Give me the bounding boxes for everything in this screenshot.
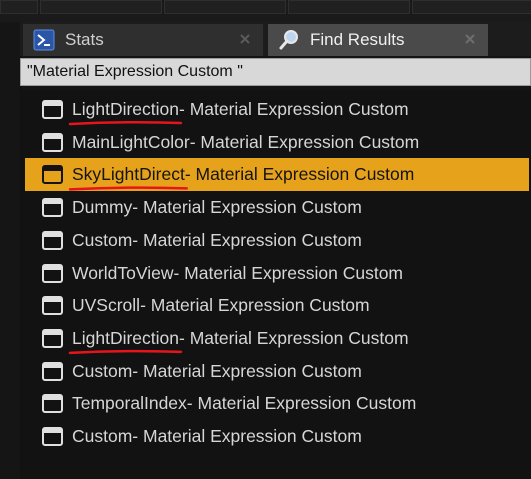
result-row[interactable]: Dummy - Material Expression Custom — [20, 191, 531, 224]
result-type: - Material Expression Custom — [132, 426, 362, 446]
result-name: Custom — [72, 426, 133, 446]
material-node-icon — [42, 296, 63, 316]
result-row[interactable]: LightDirection - Material Expression Cus… — [20, 322, 531, 355]
result-name: LightDirection — [72, 99, 179, 119]
result-row[interactable]: LightDirection - Material Expression Cus… — [20, 93, 531, 126]
result-type: - Material Expression Custom — [189, 131, 420, 152]
result-row[interactable]: Custom - Material Expression Custom — [20, 224, 531, 257]
result-name: WorldToView — [72, 262, 174, 283]
result-row[interactable]: Custom - Material Expression Custom — [20, 355, 531, 388]
material-node-icon — [42, 263, 63, 283]
result-row[interactable]: MainLightColor - Material Expression Cus… — [20, 126, 531, 159]
tab-stats[interactable]: Stats — [23, 24, 263, 56]
tab-find-results[interactable]: Find Results — [268, 24, 488, 56]
toolbar-cell — [288, 0, 410, 14]
material-node-icon — [42, 427, 63, 446]
top-toolbar-strip — [0, 0, 531, 22]
result-type: - Material Expression Custom — [179, 99, 409, 119]
result-name: UVScroll — [72, 295, 141, 316]
result-type: - Material Expression Custom — [184, 164, 415, 185]
result-row[interactable]: TemporalIndex - Material Expression Cust… — [20, 387, 531, 420]
terminal-icon — [33, 29, 55, 51]
result-name: MainLightColor — [72, 131, 190, 152]
result-name: SkyLightDirect — [72, 164, 185, 185]
result-row[interactable]: UVScroll - Material Expression Custom — [20, 289, 531, 322]
material-node-icon — [42, 100, 63, 119]
material-node-icon — [42, 394, 63, 414]
material-node-icon — [42, 132, 63, 152]
result-row[interactable]: Custom - Material Expression Custom — [20, 420, 531, 453]
toolbar-cell — [40, 0, 162, 14]
search-input[interactable]: "Material Expression Custom " — [20, 58, 531, 86]
close-icon[interactable] — [462, 31, 478, 47]
material-node-icon — [42, 165, 63, 185]
material-node-icon — [42, 361, 63, 381]
result-type: - Material Expression Custom — [173, 262, 404, 283]
magnifier-icon — [279, 30, 298, 50]
result-type: - Material Expression Custom — [132, 360, 362, 381]
left-rail — [0, 22, 21, 479]
result-name: Dummy — [72, 197, 133, 218]
result-type: - Material Expression Custom — [132, 229, 362, 250]
result-name: Custom — [72, 229, 133, 250]
result-row[interactable]: SkyLightDirect - Material Expression Cus… — [25, 158, 529, 192]
result-name: TemporalIndex — [72, 393, 187, 414]
result-type: - Material Expression Custom — [179, 327, 409, 348]
result-type: - Material Expression Custom — [132, 197, 362, 218]
result-name: LightDirection — [72, 327, 179, 348]
tab-label: Find Results — [310, 30, 405, 49]
toolbar-cell — [0, 0, 38, 14]
material-node-icon — [42, 328, 63, 348]
result-row[interactable]: WorldToView - Material Expression Custom — [20, 257, 531, 290]
close-icon[interactable] — [237, 31, 253, 47]
result-type: - Material Expression Custom — [140, 295, 370, 316]
toolbar-cell — [412, 0, 531, 14]
result-name: Custom — [72, 360, 133, 381]
material-node-icon — [42, 198, 63, 218]
toolbar-cell — [164, 0, 286, 14]
tab-bar: Stats Find Results — [20, 22, 531, 56]
result-type: - Material Expression Custom — [186, 393, 417, 414]
material-node-icon — [42, 230, 63, 250]
tab-label: Stats — [65, 30, 104, 49]
